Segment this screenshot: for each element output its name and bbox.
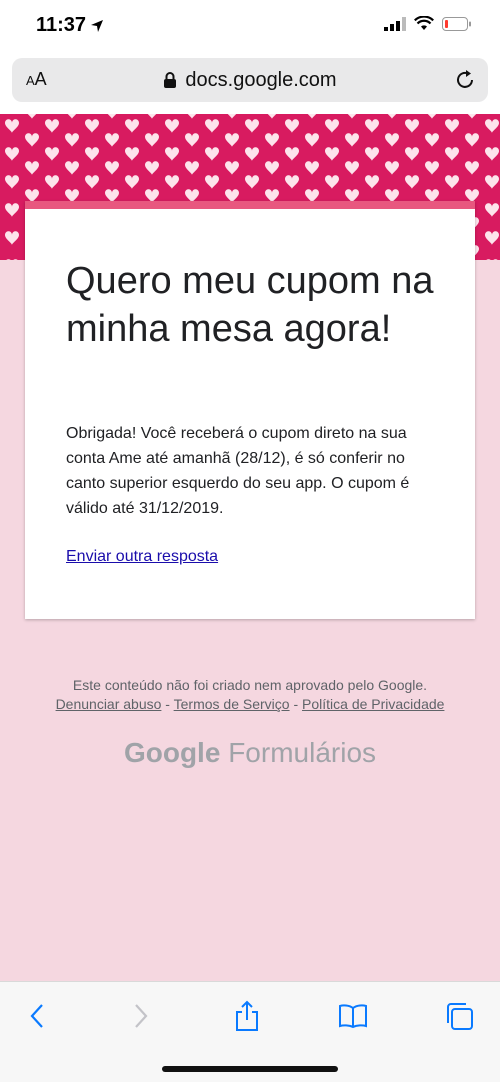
bookmarks-button[interactable] bbox=[335, 998, 371, 1034]
url-text: docs.google.com bbox=[185, 68, 337, 91]
form-title: Quero meu cupom na minha mesa agora! bbox=[66, 260, 434, 350]
lock-icon bbox=[164, 72, 177, 88]
battery-low-icon bbox=[442, 16, 471, 31]
report-abuse-link[interactable]: Denunciar abuso bbox=[56, 696, 162, 712]
tabs-icon bbox=[447, 1003, 473, 1030]
wifi-icon bbox=[414, 16, 434, 30]
brand-google: Google bbox=[123, 737, 221, 768]
share-icon bbox=[236, 1000, 258, 1031]
location-arrow-icon bbox=[91, 19, 104, 32]
forward-button[interactable] bbox=[123, 998, 159, 1034]
google-forms-logo: Google Formulários bbox=[0, 737, 500, 769]
confirmation-card: Quero meu cupom na minha mesa agora! Obr… bbox=[25, 201, 475, 619]
signal-icon bbox=[384, 16, 406, 31]
share-button[interactable] bbox=[229, 998, 265, 1034]
home-indicator bbox=[162, 1066, 338, 1072]
brand-product: Formulários bbox=[228, 737, 377, 768]
status-time: 11:37 bbox=[36, 14, 104, 37]
terms-link[interactable]: Termos de Serviço bbox=[174, 696, 290, 712]
reload-icon[interactable] bbox=[454, 69, 476, 91]
submit-another-response-link[interactable]: Enviar outra resposta bbox=[66, 548, 218, 566]
browser-address-area: AA docs.google.com bbox=[0, 52, 500, 114]
footer-separator: - bbox=[289, 696, 303, 712]
forward-icon bbox=[135, 1004, 148, 1028]
footer-separator: - bbox=[161, 696, 174, 712]
back-button[interactable] bbox=[19, 998, 55, 1034]
back-icon bbox=[30, 1004, 43, 1028]
confirmation-message: Obrigada! Você receberá o cupom direto n… bbox=[66, 425, 410, 517]
status-bar: 11:37 bbox=[0, 0, 500, 52]
address-bar[interactable]: AA docs.google.com bbox=[12, 58, 488, 102]
bookmarks-icon bbox=[339, 1004, 367, 1029]
text-size-button[interactable]: AA bbox=[26, 69, 47, 90]
footer-disclaimer: Este conteúdo não foi criado nem aprovad… bbox=[72, 677, 428, 693]
privacy-link[interactable]: Política de Privacidade bbox=[302, 696, 444, 712]
footer-links: Denunciar abuso - Termos de Serviço - Po… bbox=[0, 696, 500, 712]
time-text: 11:37 bbox=[36, 14, 87, 36]
tabs-button[interactable] bbox=[441, 998, 477, 1034]
